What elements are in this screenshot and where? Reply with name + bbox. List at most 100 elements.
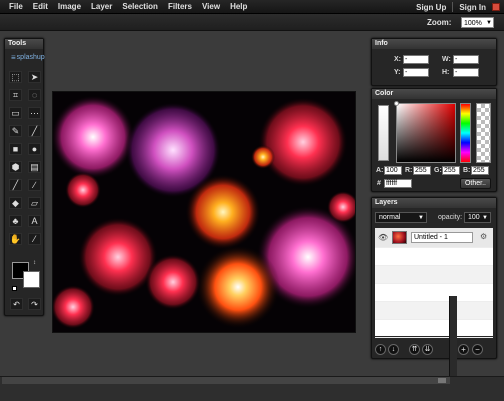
eye-icon[interactable]: 👁 xyxy=(378,233,388,242)
swap-colors-icon[interactable]: ↕ xyxy=(33,260,36,266)
text-tool-button[interactable]: A xyxy=(28,215,41,227)
signin-link[interactable]: Sign In xyxy=(459,3,486,12)
saturation-picker[interactable] xyxy=(396,103,456,163)
splashup-logo: ≡ splashup xyxy=(11,53,45,62)
close-icon[interactable] xyxy=(492,3,500,11)
undo-icon: ↶ xyxy=(13,299,20,309)
redo-button[interactable]: ↷ xyxy=(28,298,41,310)
menu-help[interactable]: Help xyxy=(230,2,247,11)
eraser-tool-button[interactable]: ▱ xyxy=(28,197,41,209)
brand-text: splashup xyxy=(16,54,45,61)
eyedropper-icon: ⁄ xyxy=(33,233,36,244)
square-shape-icon: ■ xyxy=(12,143,19,154)
line-icon: ╱ xyxy=(31,125,38,136)
zoom-select[interactable]: 100% ▼ xyxy=(461,17,494,28)
fill-bucket-icon: ◆ xyxy=(12,197,19,208)
crop-tool-button[interactable]: ⌗ xyxy=(9,89,22,101)
info-panel: Info X: - W: - Y: - H: - xyxy=(371,38,497,86)
blue-label: B: xyxy=(463,167,471,174)
stamp-icon: ♣ xyxy=(12,215,19,226)
menu-view[interactable]: View xyxy=(202,2,220,11)
rect-select-tool-button[interactable]: ▭ xyxy=(9,107,22,119)
hex-label: # xyxy=(377,180,381,187)
account-links: Sign Up Sign In xyxy=(416,0,500,14)
menu-selection[interactable]: Selection xyxy=(122,2,158,11)
menu-layer[interactable]: Layer xyxy=(91,2,112,11)
move-bottom-icon[interactable]: ⇊ xyxy=(422,344,433,355)
smudge-icon: ∕ xyxy=(33,179,36,190)
move-up-icon[interactable]: ↑ xyxy=(375,344,386,355)
layer-row-empty xyxy=(375,248,493,266)
line-tool-button[interactable]: ╱ xyxy=(28,125,41,137)
other-color-button[interactable]: Other.. xyxy=(460,178,491,189)
layer-options-icon[interactable]: ⚙ xyxy=(480,232,487,241)
info-panel-title: Info xyxy=(372,39,496,49)
color-panel: Color A: 100 R: 255 G: 255 B: 255 # ffff… xyxy=(371,88,497,192)
layer-name-field[interactable]: Untitled - 1 xyxy=(411,232,473,243)
blue-field[interactable]: 255 xyxy=(471,166,489,175)
vertical-scrollbar[interactable]: ▼ xyxy=(449,296,457,386)
zoom-value: 100% xyxy=(464,20,482,27)
circle-shape-tool-button[interactable]: ● xyxy=(28,143,41,155)
add-layer-icon[interactable]: + xyxy=(458,344,469,355)
marquee-icon: ⬚ xyxy=(11,71,20,82)
zoom-label: Zoom: xyxy=(427,18,452,27)
color-preview xyxy=(476,103,491,163)
arrow-cursor-tool-button[interactable]: ➤ xyxy=(28,71,41,83)
stamp-tool-button[interactable]: ♣ xyxy=(9,215,22,227)
magic-select-tool-button[interactable]: ⋯ xyxy=(28,107,41,119)
green-label: G: xyxy=(434,167,442,174)
menu-bar: File Edit Image Layer Selection Filters … xyxy=(0,0,504,14)
lasso-tool-button[interactable]: ◌ xyxy=(28,89,41,101)
tool-grid: ⬚ ➤ ⌗ ◌ ▭ ⋯ ✎ ╱ ■ ● ⬢ ▤ ╱ ∕ ◆ ▱ ♣ A ✋ ⁄ xyxy=(9,71,41,245)
smudge-tool-button[interactable]: ∕ xyxy=(28,179,41,191)
w-field: - xyxy=(453,55,479,64)
menu-image[interactable]: Image xyxy=(58,2,81,11)
undo-button[interactable]: ↶ xyxy=(10,298,23,310)
move-top-icon[interactable]: ⇈ xyxy=(409,344,420,355)
brush-tool-button[interactable]: ╱ xyxy=(9,179,22,191)
layers-panel: Layers normal ▼ opacity: 100 ▼ 👁 Untitle… xyxy=(371,197,497,359)
alpha-slider[interactable] xyxy=(378,105,389,161)
menu-filters[interactable]: Filters xyxy=(168,2,192,11)
hue-slider[interactable] xyxy=(460,103,471,163)
layer-thumbnail xyxy=(392,231,407,244)
hexagon-tool-button[interactable]: ⬢ xyxy=(9,161,22,173)
red-field[interactable]: 255 xyxy=(413,166,431,175)
lasso-icon: ◌ xyxy=(31,89,38,100)
pencil-tool-button[interactable]: ✎ xyxy=(9,125,22,137)
menu-edit[interactable]: Edit xyxy=(33,2,48,11)
redo-icon: ↷ xyxy=(31,299,38,309)
eraser-icon: ▱ xyxy=(31,197,38,208)
hex-field[interactable]: ffffff xyxy=(384,179,412,188)
color-panel-title: Color xyxy=(372,89,496,99)
signup-link[interactable]: Sign Up xyxy=(416,3,446,12)
hand-tool-button[interactable]: ✋ xyxy=(9,233,22,245)
text-icon: A xyxy=(31,215,38,226)
alpha-field[interactable]: 100 xyxy=(384,166,402,175)
fill-bucket-tool-button[interactable]: ◆ xyxy=(9,197,22,209)
arrow-cursor-icon: ➤ xyxy=(30,71,39,82)
hand-icon: ✋ xyxy=(9,233,22,244)
red-label: R: xyxy=(405,167,413,174)
gradient-tool-button[interactable]: ▤ xyxy=(28,161,41,173)
menu-file[interactable]: File xyxy=(9,2,23,11)
scroll-right-icon[interactable] xyxy=(438,378,446,383)
layer-row[interactable]: 👁 Untitled - 1 ⚙ xyxy=(375,228,493,248)
horizontal-scrollbar[interactable] xyxy=(2,377,450,384)
blend-mode-select[interactable]: normal ▼ xyxy=(375,212,427,223)
move-down-icon[interactable]: ↓ xyxy=(388,344,399,355)
opacity-select[interactable]: 100 ▼ xyxy=(464,212,491,223)
delete-layer-icon[interactable]: − xyxy=(472,344,483,355)
eyedropper-tool-button[interactable]: ⁄ xyxy=(28,233,41,245)
h-field: - xyxy=(453,68,479,77)
marquee-tool-button[interactable]: ⬚ xyxy=(9,71,22,83)
image-canvas[interactable] xyxy=(52,91,356,333)
background-color-swatch[interactable] xyxy=(23,271,40,288)
reset-colors-icon[interactable] xyxy=(12,286,17,291)
layer-controls: ↑ ↓ ⇈ ⇊ + − xyxy=(375,343,493,356)
square-shape-tool-button[interactable]: ■ xyxy=(9,143,22,155)
pencil-icon: ✎ xyxy=(11,125,20,136)
layer-row-empty xyxy=(375,302,493,320)
green-field[interactable]: 255 xyxy=(442,166,460,175)
